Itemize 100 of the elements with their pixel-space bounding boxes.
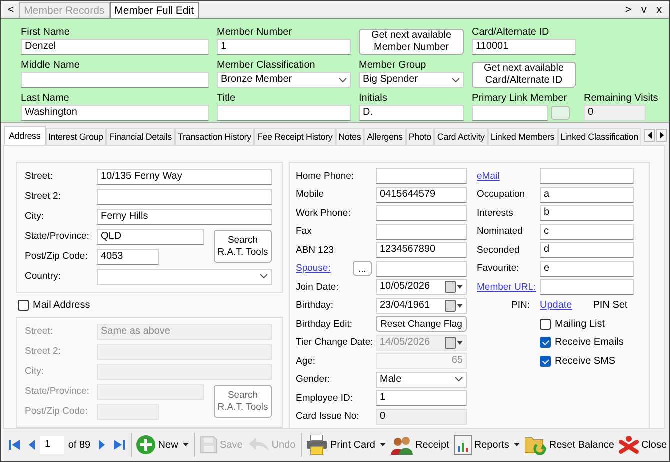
- checkbox[interactable]: [540, 356, 551, 366]
- input-field[interactable]: 0: [376, 408, 467, 424]
- field-label: Member Group: [359, 59, 426, 72]
- input-field[interactable]: [21, 72, 209, 88]
- link[interactable]: Member URL:: [477, 282, 536, 292]
- status-text: PIN Set: [593, 300, 628, 311]
- checkbox-label: Receive SMS: [555, 356, 616, 366]
- input-field[interactable]: 1: [376, 390, 467, 406]
- last-record-icon: [112, 439, 125, 451]
- input-field[interactable]: 0415644579: [376, 186, 467, 202]
- get-next-button[interactable]: Get next available Member Number: [359, 29, 464, 55]
- scroll-right-button[interactable]: [656, 129, 667, 142]
- document-tab[interactable]: Member Full Edit: [110, 2, 200, 18]
- input-field[interactable]: [540, 279, 634, 295]
- first-record-icon: [9, 439, 21, 451]
- field-label: PIN:: [512, 300, 530, 311]
- tab[interactable]: Address: [4, 126, 46, 145]
- input-field[interactable]: [540, 168, 634, 184]
- calendar-icon: [445, 336, 463, 348]
- input-field[interactable]: D.: [359, 105, 464, 121]
- tab[interactable]: Notes: [336, 128, 364, 145]
- field-label: Tier Change Date:: [296, 337, 374, 348]
- field-label: Occupation: [477, 189, 526, 200]
- field-label: Birthday Edit:: [296, 318, 352, 330]
- tab[interactable]: Linked Classification: [558, 128, 642, 145]
- field-label: Street 2:: [25, 191, 62, 202]
- input-field[interactable]: Washington: [21, 105, 209, 121]
- new-button[interactable]: New: [134, 433, 192, 457]
- link[interactable]: eMail: [477, 170, 500, 182]
- checkbox[interactable]: [540, 318, 551, 330]
- link[interactable]: Spouse:: [296, 263, 331, 274]
- receipt-button[interactable]: Receipt: [389, 433, 452, 457]
- dropdown[interactable]: Bronze Member: [217, 72, 351, 88]
- input-field[interactable]: QLD: [97, 228, 204, 244]
- field-label: Post/Zip Code:: [25, 406, 89, 417]
- field-label: Work Phone:: [296, 208, 351, 218]
- field-label: Middle Name: [21, 59, 80, 72]
- reset-balance-button[interactable]: Reset Balance: [523, 433, 616, 457]
- reset-button[interactable]: Reset Change Flag: [376, 316, 467, 332]
- field-label: Employee ID:: [296, 392, 354, 404]
- checkbox[interactable]: [18, 300, 29, 310]
- input-field[interactable]: [376, 224, 467, 240]
- field-label: Title: [217, 92, 236, 105]
- next-icon: [98, 439, 106, 451]
- checkbox[interactable]: [540, 337, 551, 348]
- input-field[interactable]: [376, 168, 467, 184]
- reports-button[interactable]: Reports: [452, 433, 522, 457]
- input-field[interactable]: c: [540, 224, 634, 240]
- input-field[interactable]: 0: [584, 105, 646, 121]
- field-label: Seconded: [477, 244, 520, 256]
- input-field[interactable]: 110001: [472, 39, 576, 55]
- input-field[interactable]: Ferny Hills: [97, 208, 272, 224]
- date-picker[interactable]: 23/04/1961: [376, 298, 467, 314]
- browse-button[interactable]: ...: [353, 261, 372, 276]
- dropdown[interactable]: Big Spender: [359, 72, 464, 88]
- input-field[interactable]: [472, 105, 548, 121]
- input-field[interactable]: d: [540, 242, 634, 258]
- caret-icon: [183, 443, 190, 447]
- input-field[interactable]: 1234567890: [376, 242, 467, 258]
- input-field[interactable]: e: [540, 260, 634, 276]
- input-field[interactable]: Denzel: [21, 39, 209, 55]
- input-field[interactable]: [376, 260, 467, 276]
- close-button[interactable]: Close: [617, 433, 669, 457]
- input-field[interactable]: [97, 188, 272, 204]
- input-field[interactable]: 4053: [97, 248, 159, 264]
- input-field[interactable]: b: [540, 205, 634, 221]
- field-label: City:: [25, 211, 45, 222]
- input-field[interactable]: a: [540, 186, 634, 202]
- input-field[interactable]: 1: [217, 39, 351, 55]
- field-label: Primary Link Member: [472, 92, 568, 105]
- close-button[interactable]: x: [652, 2, 667, 18]
- tab[interactable]: Financial Details: [106, 128, 175, 145]
- field-label: Gender:: [296, 374, 330, 385]
- tab[interactable]: Photo: [406, 128, 434, 145]
- get-next-button[interactable]: Get next available Card/Alternate ID: [472, 62, 576, 88]
- scroll-left-button[interactable]: <: [3, 2, 20, 18]
- field-label: Member Number: [217, 26, 292, 39]
- field-label: Age:: [296, 356, 316, 366]
- print-card-button[interactable]: Print Card: [304, 433, 388, 457]
- tab[interactable]: Interest Group: [46, 128, 106, 145]
- tab[interactable]: Transaction History: [175, 128, 254, 145]
- tab[interactable]: Linked Members: [488, 128, 558, 145]
- close-icon: [619, 435, 640, 455]
- scroll-left-button[interactable]: [644, 129, 655, 142]
- dropdown[interactable]: Male: [376, 372, 467, 388]
- tab[interactable]: Card Activity: [434, 128, 488, 145]
- tab[interactable]: Allergens: [364, 128, 406, 145]
- input-field[interactable]: [217, 105, 351, 121]
- field-label: Country:: [25, 271, 62, 282]
- input-field[interactable]: 10/135 Ferny Way: [97, 168, 272, 184]
- tab[interactable]: Fee Receipt History: [254, 128, 336, 145]
- scroll-right-button[interactable]: >: [620, 2, 636, 18]
- dropdown-button[interactable]: v: [636, 2, 652, 18]
- search-button[interactable]: Search R.A.T. Tools: [214, 230, 272, 263]
- field-label: Home Phone:: [296, 170, 354, 182]
- position-field[interactable]: 1: [40, 436, 64, 454]
- input-field[interactable]: [376, 205, 467, 221]
- date-picker[interactable]: 10/05/2026: [376, 279, 467, 295]
- link[interactable]: Update: [540, 300, 572, 311]
- field-label: Post/Zip Code:: [25, 251, 89, 262]
